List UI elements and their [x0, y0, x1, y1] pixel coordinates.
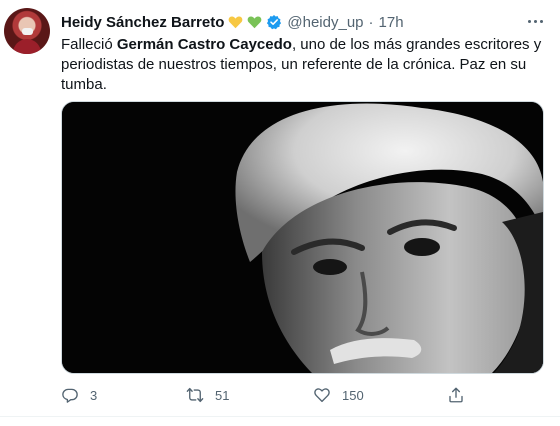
- more-dot: [539, 19, 543, 23]
- tweet-text: Falleció Germán Castro Caycedo, uno de l…: [61, 35, 546, 95]
- separator-dot: ·: [368, 13, 374, 31]
- yellow-heart-icon: [229, 16, 243, 29]
- reply-count: 3: [90, 387, 98, 403]
- tweet-header: Heidy Sánchez Barreto @heidy_up · 17h: [61, 11, 404, 33]
- green-heart-icon: [248, 16, 262, 29]
- retweet-button[interactable]: 51: [186, 384, 229, 406]
- more-options-icon[interactable]: [524, 11, 546, 31]
- more-dot: [527, 19, 531, 23]
- tweet-text-bold-name: Germán Castro Caycedo: [116, 36, 292, 53]
- divider: [0, 416, 560, 417]
- reply-icon: [62, 388, 78, 403]
- like-button[interactable]: 150: [313, 384, 364, 406]
- tweet-media-photo[interactable]: [61, 101, 544, 374]
- author-handle[interactable]: @heidy_up: [287, 14, 363, 31]
- tweet-timestamp[interactable]: 17h: [379, 14, 404, 31]
- more-dot: [533, 19, 537, 23]
- author-name[interactable]: Heidy Sánchez Barreto: [61, 14, 224, 31]
- verified-badge-icon[interactable]: [266, 14, 282, 30]
- avatar-mask: [22, 28, 33, 35]
- author-avatar[interactable]: [4, 8, 50, 54]
- tweet-card[interactable]: Heidy Sánchez Barreto @heidy_up · 17h Fa…: [0, 0, 560, 426]
- like-count: 150: [342, 387, 364, 403]
- share-button[interactable]: [447, 384, 465, 406]
- retweet-icon: [186, 387, 204, 403]
- tweet-actions: 3 51 150: [61, 384, 481, 406]
- heart-icon: [314, 388, 330, 403]
- reply-button[interactable]: 3: [61, 384, 97, 406]
- share-icon: [449, 387, 463, 403]
- portrait-image: [62, 102, 543, 373]
- avatar-shirt: [13, 39, 41, 54]
- tweet-text-intro: Falleció: [61, 36, 117, 53]
- retweet-count: 51: [215, 387, 230, 403]
